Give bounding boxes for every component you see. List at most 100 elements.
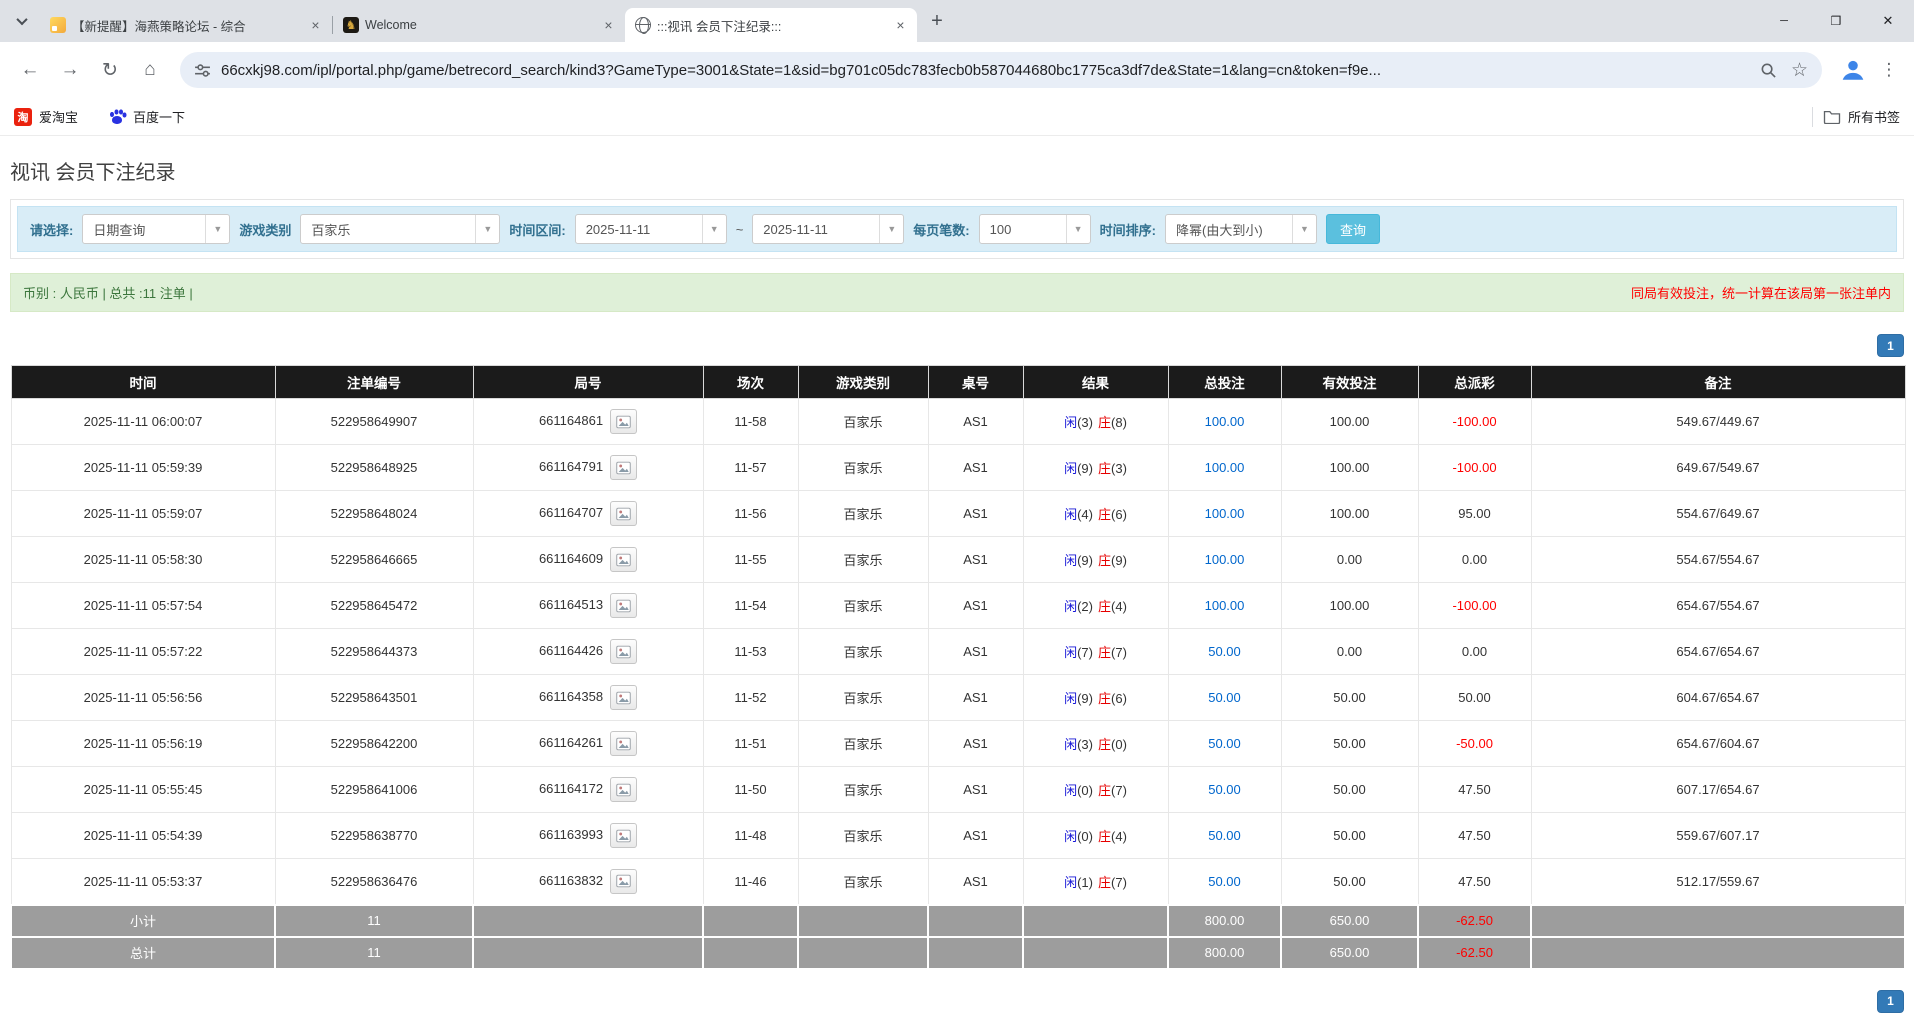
new-tab-button[interactable] <box>923 7 951 35</box>
game-result-icon <box>616 415 631 429</box>
total-bet-link[interactable]: 100.00 <box>1205 414 1245 429</box>
cell-remark <box>1530 935 1906 970</box>
game-type-select[interactable]: 百家乐 <box>300 214 501 244</box>
total-bet-link[interactable]: 50.00 <box>1208 690 1241 705</box>
cell-table-id: AS1 <box>927 766 1024 813</box>
banker-score: 0 <box>1111 737 1127 752</box>
total-bet-link[interactable]: 50.00 <box>1208 782 1241 797</box>
total-bet-link[interactable]: 100.00 <box>1205 552 1245 567</box>
bet-time: 2025-11-11 05:56:56 <box>83 690 203 705</box>
tab-close-icon[interactable] <box>307 17 324 34</box>
round-detail-button[interactable] <box>610 593 638 618</box>
address-bar[interactable]: 66cxkj98.com/ipl/portal.php/game/betreco… <box>180 52 1822 88</box>
cell-time: 2025-11-11 05:56:56 <box>10 674 276 721</box>
sort-select[interactable]: 降幂(由大到小) <box>1164 214 1317 244</box>
cell-total-bet: 50.00 <box>1167 720 1282 767</box>
cell-bet-id: 522958648024 <box>274 490 474 537</box>
browser-tab[interactable]: Welcome <box>333 8 625 42</box>
session: 11-46 <box>734 873 767 889</box>
chevron-down-icon <box>205 215 229 243</box>
page-1-button[interactable]: 1 <box>1877 989 1904 1013</box>
page-size-select[interactable]: 100 <box>978 214 1091 244</box>
game-result-icon <box>616 737 631 751</box>
bet-id: 522958648024 <box>330 506 418 521</box>
payout: 95.00 <box>1458 506 1491 521</box>
column-header: 游戏类别 <box>797 365 929 399</box>
round-detail-button[interactable] <box>610 455 638 480</box>
total-bet-link[interactable]: 50.00 <box>1208 874 1241 889</box>
query-type-select[interactable]: 日期查询 <box>82 214 231 244</box>
round-detail-button[interactable] <box>610 868 638 894</box>
reload-button[interactable]: ↻ <box>93 53 127 87</box>
total-bet-link[interactable]: 50.00 <box>1208 828 1241 843</box>
close-window-button[interactable] <box>1862 0 1914 42</box>
browser-tab[interactable]: :::视讯 会员下注纪录::: <box>625 8 917 42</box>
date-from-select[interactable]: 2025-11-11 <box>574 214 727 244</box>
banker-label: 庄 <box>1098 829 1112 844</box>
page-1-button[interactable]: 1 <box>1877 334 1904 357</box>
cell-result <box>1022 903 1169 938</box>
total-payout: -62.50 <box>1456 945 1493 960</box>
banker-score: 4 <box>1111 829 1127 844</box>
banker-label: 庄 <box>1098 415 1112 430</box>
round-number: 661164609 <box>538 550 604 566</box>
zoom-icon[interactable] <box>1760 62 1777 79</box>
subtotal-valid-bet: 650.00 <box>1329 913 1370 928</box>
bet-time: 2025-11-11 05:57:54 <box>83 598 203 613</box>
browser-tab[interactable]: 【新提醒】海燕策略论坛 - 综合 <box>40 8 332 42</box>
home-button[interactable]: ⌂ <box>133 53 167 87</box>
forward-button[interactable]: → <box>53 53 87 87</box>
minimize-button[interactable] <box>1758 0 1810 42</box>
browser-menu-button[interactable] <box>1874 53 1904 87</box>
bookmark-item[interactable]: 爱淘宝 <box>14 107 78 126</box>
round-detail-button[interactable] <box>610 685 638 710</box>
total-bet-link[interactable]: 100.00 <box>1205 598 1245 613</box>
remark: 554.67/649.67 <box>1676 506 1760 521</box>
date-range-label: 时间区间: <box>509 222 566 238</box>
bookmarks-right: 所有书签 <box>1811 106 1900 127</box>
date-to-select[interactable]: 2025-11-11 <box>752 214 905 244</box>
tab-search-button[interactable] <box>8 7 36 35</box>
payout: -50.00 <box>1456 736 1493 751</box>
banker-score: 4 <box>1111 599 1127 614</box>
round-detail-button[interactable] <box>610 409 638 434</box>
round-detail-button[interactable] <box>610 639 638 664</box>
tab-close-icon[interactable] <box>892 17 909 34</box>
tab-close-icon[interactable] <box>600 17 617 34</box>
remark: 512.17/559.67 <box>1676 873 1760 889</box>
cell-total-bet: 50.00 <box>1167 858 1282 905</box>
bet-time: 2025-11-11 05:58:30 <box>83 552 203 567</box>
all-bookmarks-button[interactable]: 所有书签 <box>1823 107 1900 126</box>
cell-payout: 50.00 <box>1417 674 1532 721</box>
maximize-button[interactable] <box>1810 0 1862 42</box>
url-text[interactable]: 66cxkj98.com/ipl/portal.php/game/betreco… <box>221 62 1746 79</box>
total-bet-link[interactable]: 50.00 <box>1208 644 1241 659</box>
round-detail-button[interactable] <box>610 501 638 526</box>
bet-id: 522958636476 <box>330 873 418 889</box>
round-detail-button[interactable] <box>610 731 638 756</box>
total-bet-link[interactable]: 100.00 <box>1205 506 1245 521</box>
back-button[interactable]: ← <box>13 53 47 87</box>
round-detail-button[interactable] <box>610 823 638 848</box>
game-result-icon <box>616 461 631 475</box>
cell-bet-id: 522958645472 <box>274 582 474 629</box>
cell-payout: -100.00 <box>1417 398 1532 445</box>
player-label: 闲 <box>1064 461 1078 476</box>
filter-panel: 请选择: 日期查询 游戏类别 百家乐 时间区间: 2025-11-11 ~ 20… <box>10 199 1904 259</box>
cell-total-bet: 50.00 <box>1167 628 1282 675</box>
cell-game-type <box>797 935 929 970</box>
cell-payout: 0.00 <box>1417 536 1532 583</box>
banker-label: 庄 <box>1098 645 1112 660</box>
profile-avatar[interactable] <box>1836 53 1870 87</box>
search-button[interactable]: 查询 <box>1325 214 1380 244</box>
round-detail-button[interactable] <box>610 777 638 802</box>
payout: 0.00 <box>1461 552 1488 567</box>
site-info-icon[interactable] <box>194 62 211 79</box>
total-bet-link[interactable]: 100.00 <box>1205 460 1245 475</box>
bookmark-star-icon[interactable] <box>1791 59 1808 82</box>
player-label: 闲 <box>1064 874 1078 890</box>
total-bet-link[interactable]: 50.00 <box>1208 736 1241 751</box>
game-result-icon <box>616 553 631 567</box>
round-detail-button[interactable] <box>610 547 638 572</box>
bookmark-item[interactable]: 百度一下 <box>108 107 185 126</box>
